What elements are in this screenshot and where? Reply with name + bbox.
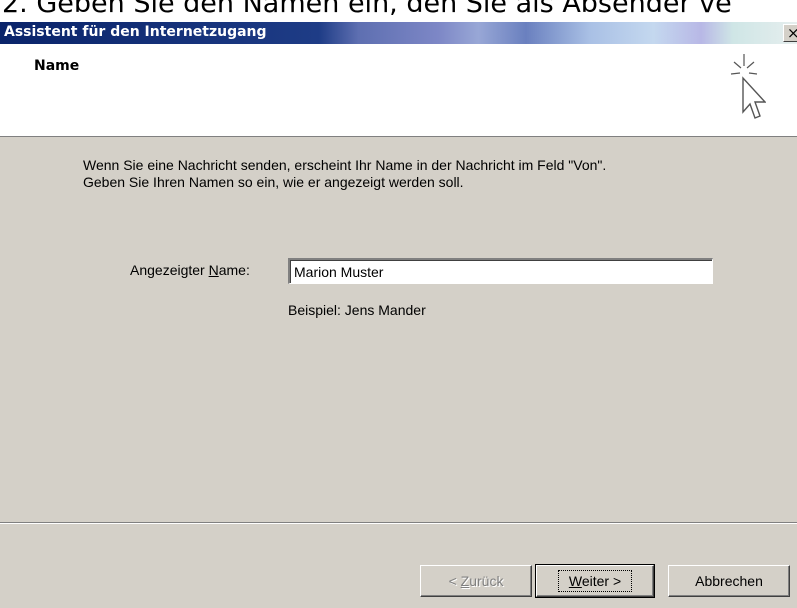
window-titlebar[interactable]: Assistent für den Internetzugang × [0, 22, 797, 44]
close-button[interactable]: × [783, 24, 797, 42]
display-name-label-mnemonic: N [208, 262, 219, 278]
intro-line-1: Wenn Sie eine Nachricht senden, erschein… [83, 157, 607, 173]
sparkle-cursor-icon [730, 54, 766, 119]
display-name-input[interactable] [288, 258, 713, 284]
next-button-mnemonic: W [568, 573, 582, 589]
next-button-rest: eiter > [581, 573, 622, 589]
instruction-caption: 2. Geben Sie den Namen ein, den Sie als … [0, 0, 797, 22]
back-button-prefix: < [448, 573, 461, 589]
display-name-label-prefix: Angezeigter [130, 262, 209, 278]
display-name-label-suffix: ame: [218, 262, 250, 278]
page-title: Name [34, 58, 80, 74]
next-button[interactable]: Weiter > [535, 564, 655, 598]
example-hint: Beispiel: Jens Mander [288, 302, 426, 318]
close-icon: × [787, 24, 797, 42]
button-separator [0, 522, 797, 524]
cancel-button[interactable]: Abbrechen [668, 565, 790, 597]
back-button[interactable]: < Zurück [420, 565, 532, 597]
caption-text: 2. Geben Sie den Namen ein, den Sie als … [2, 0, 732, 19]
back-button-rest: urück [469, 573, 504, 589]
intro-line-2: Geben Sie Ihren Namen so ein, wie er ang… [83, 174, 464, 190]
next-button-focus: Weiter > [557, 570, 633, 592]
back-button-mnemonic: Z [460, 573, 470, 589]
display-name-label: Angezeigter Name: [130, 262, 250, 278]
window-title: Assistent für den Internetzugang [4, 24, 267, 40]
intro-text: Wenn Sie eine Nachricht senden, erschein… [83, 157, 606, 191]
wizard-body: Wenn Sie eine Nachricht senden, erschein… [0, 137, 797, 608]
wizard-header: Name [0, 44, 797, 137]
